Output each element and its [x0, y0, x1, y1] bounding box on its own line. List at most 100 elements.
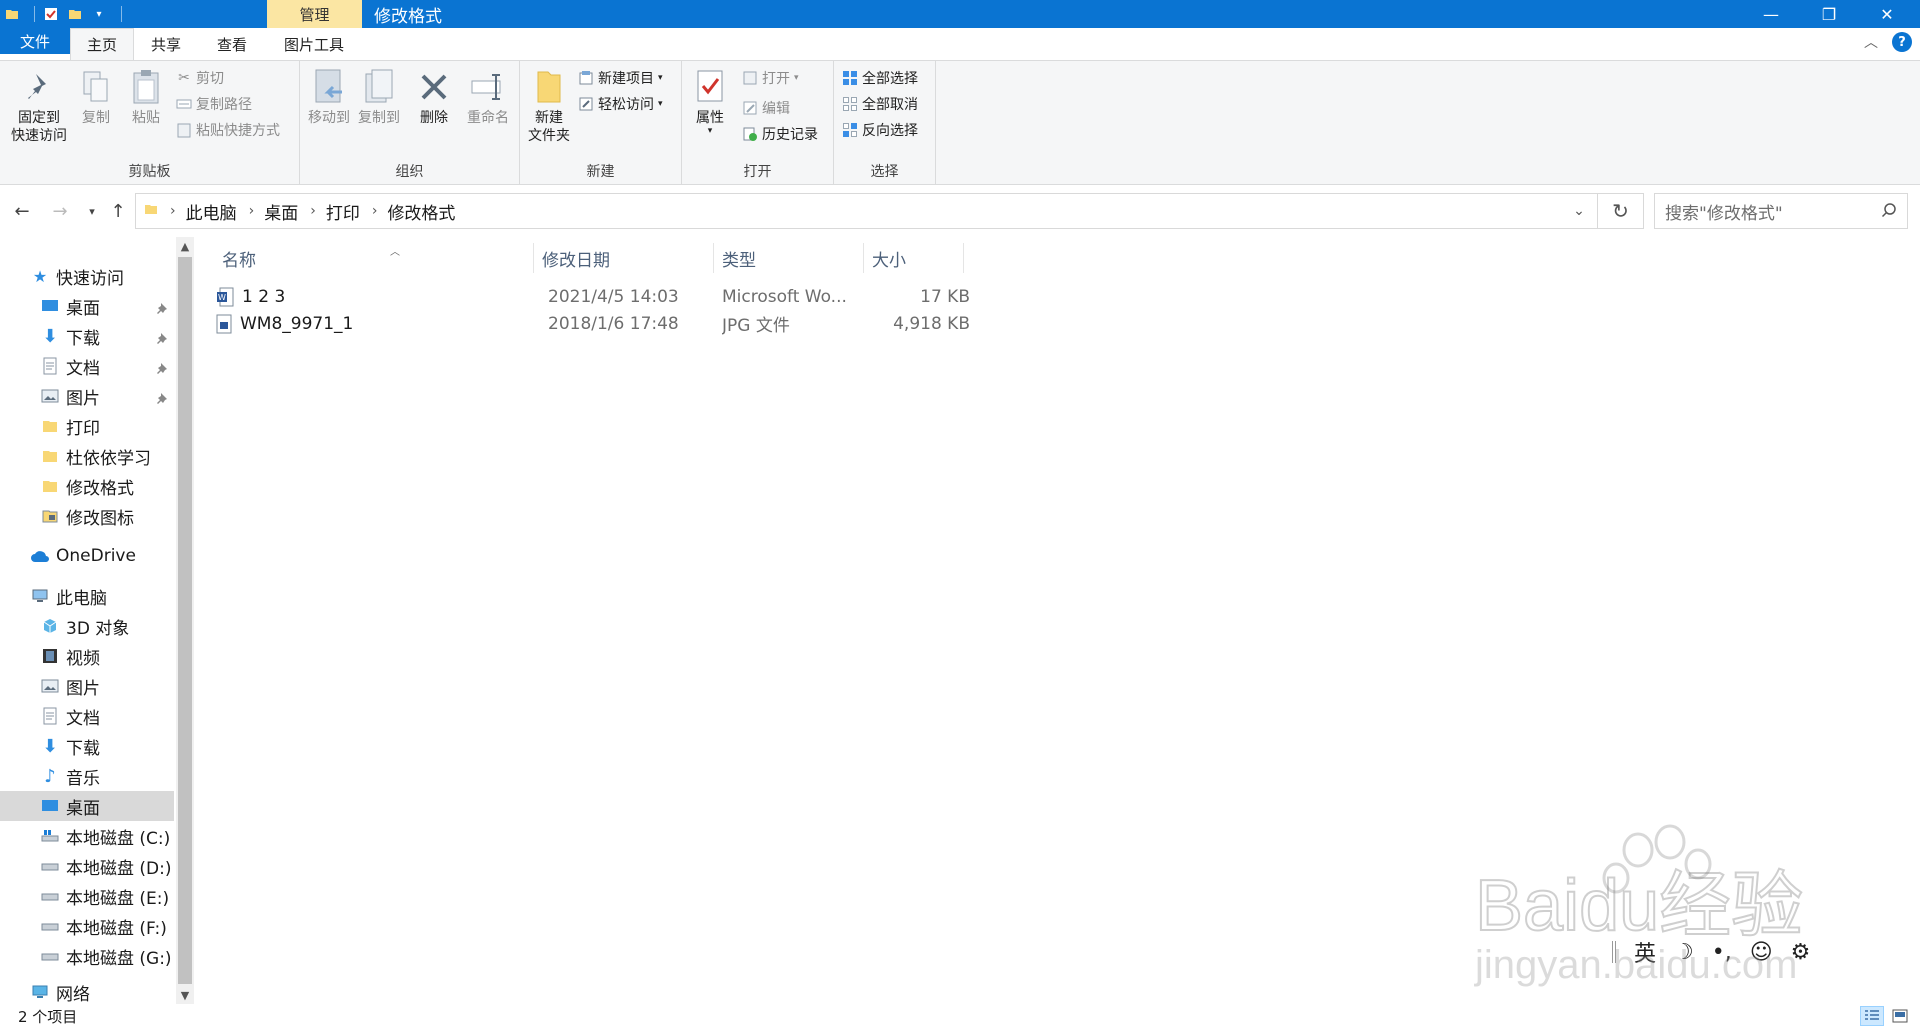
maximize-button[interactable]: ❐	[1800, 0, 1858, 28]
nav-item-videos[interactable]: 视频	[0, 641, 174, 671]
column-header-type[interactable]: 类型	[714, 243, 864, 273]
tab-share[interactable]: 共享	[140, 28, 192, 60]
address-bar[interactable]: › 此电脑 › 桌面 › 打印 › 修改格式 ⌄	[135, 193, 1598, 229]
ime-language-toggle[interactable]: 英	[1634, 936, 1656, 968]
breadcrumb-chevron-icon[interactable]: ›	[372, 203, 378, 219]
nav-item-pictures[interactable]: 图片	[0, 671, 174, 701]
address-dropdown-chevron-icon[interactable]: ⌄	[1561, 194, 1597, 228]
nav-item-downloads-pinned[interactable]: ⬇ 下载	[0, 321, 174, 351]
tab-file[interactable]: 文件	[0, 28, 70, 54]
nav-item-3d-objects[interactable]: 3D 对象	[0, 611, 174, 641]
breadcrumb-this-pc[interactable]: 此电脑	[186, 199, 237, 224]
up-arrow-icon[interactable]: ↑	[106, 199, 130, 223]
forward-arrow-icon[interactable]: →	[48, 199, 72, 223]
ime-grip-handle[interactable]	[1612, 941, 1616, 963]
open-button[interactable]: 打开 ▾	[742, 67, 799, 89]
new-folder-qat-icon[interactable]	[67, 6, 83, 22]
nav-quick-access-label: 快速访问	[56, 268, 124, 289]
breadcrumb-print[interactable]: 打印	[326, 199, 360, 224]
copy-path-button[interactable]: 复制路径	[176, 93, 252, 115]
easy-access-button[interactable]: 轻松访问 ▾	[578, 93, 663, 115]
nav-item-desktop[interactable]: 桌面	[0, 791, 174, 821]
edit-button[interactable]: 编辑	[742, 97, 790, 119]
collapse-ribbon-icon[interactable]: ︿	[1864, 32, 1878, 52]
nav-onedrive[interactable]: OneDrive	[0, 541, 174, 571]
manage-context-tab[interactable]: 管理	[267, 0, 362, 28]
nav-item-pictures-pinned[interactable]: 图片	[0, 381, 174, 411]
paste-shortcut-button[interactable]: 粘贴快捷方式	[176, 119, 280, 141]
select-all-button[interactable]: 全部选择	[842, 67, 918, 89]
nav-item-modify-icon[interactable]: 修改图标	[0, 501, 174, 531]
column-header-size[interactable]: 大小	[864, 243, 964, 273]
delete-button[interactable]: 删除	[414, 67, 454, 127]
nav-item-downloads[interactable]: ⬇ 下载	[0, 731, 174, 761]
navigation-pane-scrollbar[interactable]: ▲ ▼	[176, 237, 194, 1004]
copy-button[interactable]: 复制	[76, 67, 116, 127]
nav-item-music[interactable]: ♪ 音乐	[0, 761, 174, 791]
search-icon[interactable]	[1881, 202, 1897, 223]
column-header-date[interactable]: 修改日期	[534, 243, 714, 273]
drive-icon	[40, 946, 60, 966]
customize-qat-icon[interactable]: ▾	[91, 6, 107, 22]
rename-button[interactable]: 重命名	[462, 67, 514, 127]
pin-icon[interactable]	[156, 359, 168, 374]
breadcrumb-desktop[interactable]: 桌面	[264, 199, 298, 224]
nav-item-drive-g[interactable]: 本地磁盘 (G:)	[0, 941, 174, 971]
scroll-down-arrow-icon[interactable]: ▼	[176, 986, 194, 1004]
settings-gear-icon[interactable]: ⚙	[1791, 940, 1811, 965]
help-icon[interactable]: ?	[1892, 32, 1912, 52]
nav-item-desktop-pinned[interactable]: 桌面	[0, 291, 174, 321]
copy-to-button[interactable]: 复制到	[356, 67, 402, 127]
select-none-button[interactable]: 全部取消	[842, 93, 918, 115]
tab-picture-tools[interactable]: 图片工具	[272, 28, 356, 60]
search-input[interactable]: 搜索"修改格式"	[1654, 193, 1908, 229]
breadcrumb-chevron-icon[interactable]: ›	[170, 203, 176, 219]
emoji-icon[interactable]: ☺	[1750, 940, 1773, 965]
nav-item-print[interactable]: 打印	[0, 411, 174, 441]
back-arrow-icon[interactable]: ←	[10, 199, 34, 223]
nav-quick-access[interactable]: ★ 快速访问	[0, 261, 174, 291]
breadcrumb-chevron-icon[interactable]: ›	[249, 203, 255, 219]
refresh-icon[interactable]: ↻	[1598, 193, 1644, 229]
invert-selection-button[interactable]: 反向选择	[842, 119, 918, 141]
scroll-up-arrow-icon[interactable]: ▲	[176, 237, 194, 255]
history-button[interactable]: 历史记录	[742, 123, 818, 145]
nav-item-drive-d[interactable]: 本地磁盘 (D:)	[0, 851, 174, 881]
tab-view[interactable]: 查看	[206, 28, 258, 60]
nav-network[interactable]: 网络	[0, 977, 174, 1004]
pin-icon[interactable]	[156, 329, 168, 344]
scrollbar-thumb[interactable]	[178, 257, 192, 984]
breadcrumb-current[interactable]: 修改格式	[387, 199, 455, 224]
properties-button[interactable]: 属性 ▾	[690, 67, 730, 136]
nav-item-documents-pinned[interactable]: 文档	[0, 351, 174, 381]
new-folder-button[interactable]: 新建 文件夹	[524, 67, 574, 145]
recent-locations-chevron-icon[interactable]: ▾	[80, 199, 104, 223]
large-icons-view-icon[interactable]	[1888, 1006, 1912, 1026]
nav-item-drive-f[interactable]: 本地磁盘 (F:)	[0, 911, 174, 941]
file-row[interactable]: W 1 2 3 2021/4/5 14:03 Microsoft Wo... 1…	[208, 283, 976, 310]
nav-item-drive-e[interactable]: 本地磁盘 (E:)	[0, 881, 174, 911]
download-arrow-icon: ⬇	[42, 325, 58, 347]
pin-icon[interactable]	[156, 389, 168, 404]
nav-item-documents[interactable]: 文档	[0, 701, 174, 731]
pin-to-quick-access-button[interactable]: 固定到 快速访问	[6, 67, 72, 145]
new-item-button[interactable]: 新建项目 ▾	[578, 67, 663, 89]
nav-item-duyiyi-study[interactable]: 杜依依学习	[0, 441, 174, 471]
column-header-name[interactable]: 名称 ︿	[214, 243, 534, 273]
paste-button[interactable]: 粘贴	[126, 67, 166, 127]
move-to-button[interactable]: 移动到	[306, 67, 352, 127]
close-button[interactable]: ✕	[1858, 0, 1916, 28]
tab-home[interactable]: 主页	[70, 28, 134, 60]
pin-icon[interactable]	[156, 299, 168, 314]
details-view-icon[interactable]	[1860, 1006, 1884, 1026]
nav-item-drive-c[interactable]: 本地磁盘 (C:)	[0, 821, 174, 851]
breadcrumb-chevron-icon[interactable]: ›	[310, 203, 316, 219]
file-row[interactable]: WM8_9971_1 2018/1/6 17:48 JPG 文件 4,918 K…	[208, 310, 976, 337]
minimize-button[interactable]: —	[1742, 0, 1800, 28]
punctuation-icon[interactable]: •,	[1712, 940, 1732, 965]
moon-icon[interactable]: ☽	[1674, 940, 1694, 965]
nav-this-pc[interactable]: 此电脑	[0, 581, 174, 611]
nav-item-modify-format[interactable]: 修改格式	[0, 471, 174, 501]
cut-button[interactable]: ✂ 剪切	[176, 67, 224, 89]
properties-check-icon[interactable]	[43, 6, 59, 22]
